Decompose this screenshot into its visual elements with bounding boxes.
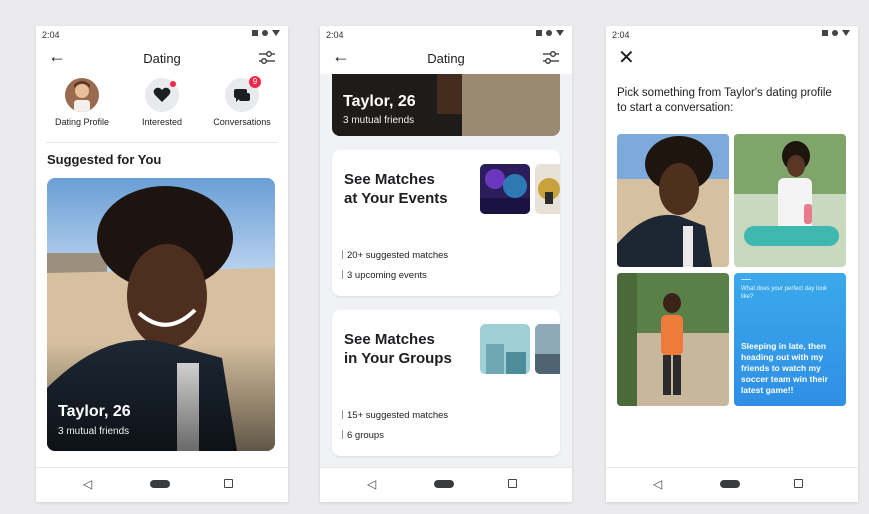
tile-accent-line: [741, 279, 751, 280]
conversation-prompt: Pick something from Taylor's dating prof…: [617, 87, 832, 114]
card-title-line2: in Your Groups: [344, 350, 452, 367]
mutual-friends: 3 mutual friends: [343, 115, 415, 126]
filter-settings-icon[interactable]: [542, 50, 560, 66]
status-icons: [536, 30, 564, 36]
event-photo: [535, 164, 560, 214]
shortcut-conversations[interactable]: 9 Conversations: [202, 76, 282, 127]
mutual-friends: 3 mutual friends: [58, 426, 130, 437]
signal-icon: [262, 30, 268, 36]
nav-home-icon[interactable]: [150, 480, 170, 488]
suggested-profile-card[interactable]: Taylor, 26 3 mutual friends: [332, 74, 560, 136]
status-time: 2:04: [612, 30, 630, 40]
top-bar: ← Dating: [320, 44, 572, 74]
card-title-line1: See Matches: [344, 331, 435, 348]
group-photo: [535, 324, 560, 374]
nav-home-icon[interactable]: [434, 480, 454, 488]
avatar: [65, 78, 99, 112]
nav-recents-icon[interactable]: [794, 479, 803, 488]
match-stat: 6 groups: [342, 430, 384, 441]
status-time: 2:04: [326, 30, 344, 40]
events-matches-card[interactable]: See Matches at Your Events 20+ suggested…: [332, 150, 560, 296]
wifi-icon: [842, 30, 850, 36]
status-icons: [822, 30, 850, 36]
conversations-badge: 9: [249, 76, 261, 88]
dating-shortcuts: Dating Profile Interested 9 Conversation…: [36, 76, 288, 138]
page-title: Dating: [143, 51, 181, 66]
status-bar: 2:04: [320, 26, 572, 44]
profile-answer: Sleeping in late, then heading out with …: [741, 341, 828, 395]
notification-icon: [536, 30, 542, 36]
nav-back-icon[interactable]: ◁: [653, 477, 662, 491]
nav-home-icon[interactable]: [720, 480, 740, 488]
profile-photo: [65, 78, 99, 112]
status-bar: 2:04: [36, 26, 288, 44]
event-thumbnail: [535, 164, 560, 214]
card-title-line2: at Your Events: [344, 190, 448, 207]
top-bar: ✕: [606, 44, 858, 74]
conversations-icon-wrap: 9: [225, 76, 261, 112]
unread-dot: [170, 81, 176, 87]
shortcut-label: Interested: [141, 117, 183, 127]
android-nav-bar: ◁: [606, 467, 858, 502]
profile-photo-tile[interactable]: [617, 134, 729, 267]
divider: [46, 142, 278, 143]
wifi-icon: [272, 30, 280, 36]
phone-screen-dating-home: 2:04 ← Dating Dating Profile Interested …: [36, 26, 288, 502]
profile-question-tile[interactable]: What does your perfect day look like? Sl…: [734, 273, 846, 406]
match-stat: 20+ suggested matches: [342, 250, 448, 261]
status-icons: [252, 30, 280, 36]
profile-photo: [734, 134, 846, 267]
close-icon[interactable]: ✕: [618, 45, 635, 70]
wifi-icon: [556, 30, 564, 36]
nav-back-icon[interactable]: ◁: [83, 477, 92, 491]
profile-photo: [617, 273, 729, 406]
notification-icon: [252, 30, 258, 36]
event-photo: [480, 164, 530, 214]
nav-back-icon[interactable]: ◁: [367, 477, 376, 491]
shortcut-dating-profile[interactable]: Dating Profile: [42, 78, 122, 127]
nav-recents-icon[interactable]: [224, 479, 233, 488]
shortcut-label: Conversations: [213, 117, 271, 127]
profile-photo-tile[interactable]: [617, 273, 729, 406]
profile-question: What does your perfect day look like?: [741, 286, 828, 300]
phone-screen-dating-matches: 2:04 ← Dating Taylor, 26 3 mutual friend…: [320, 26, 572, 502]
phone-screen-start-conversation: 2:04 ✕ Pick something from Taylor's dati…: [606, 26, 858, 502]
filter-settings-icon[interactable]: [258, 50, 276, 66]
match-stat: 15+ suggested matches: [342, 410, 448, 421]
suggested-profile-card[interactable]: Taylor, 26 3 mutual friends: [47, 178, 275, 451]
card-title: See Matches at Your Events: [344, 170, 448, 208]
profile-name: Taylor, 26: [343, 93, 416, 110]
shortcut-interested[interactable]: Interested: [122, 78, 202, 127]
android-nav-bar: ◁: [320, 467, 572, 502]
group-photo: [480, 324, 530, 374]
group-thumbnail: [535, 324, 560, 374]
page-title: Dating: [427, 51, 465, 66]
android-nav-bar: ◁: [36, 467, 288, 502]
status-bar: 2:04: [606, 26, 858, 44]
card-title-line1: See Matches: [344, 171, 435, 188]
signal-icon: [546, 30, 552, 36]
interested-icon-wrap: [145, 78, 179, 112]
nav-recents-icon[interactable]: [508, 479, 517, 488]
event-thumbnail: [480, 164, 530, 214]
profile-photo-tile[interactable]: [734, 134, 846, 267]
signal-icon: [832, 30, 838, 36]
match-stat: 3 upcoming events: [342, 270, 427, 281]
groups-matches-card[interactable]: See Matches in Your Groups 15+ suggested…: [332, 310, 560, 456]
card-title: See Matches in Your Groups: [344, 330, 452, 368]
profile-photo: [617, 134, 729, 267]
notification-icon: [822, 30, 828, 36]
shortcut-label: Dating Profile: [54, 117, 110, 127]
group-thumbnail: [480, 324, 530, 374]
status-time: 2:04: [42, 30, 60, 40]
top-bar: ← Dating: [36, 44, 288, 74]
profile-name: Taylor, 26: [58, 403, 131, 420]
section-title: Suggested for You: [47, 152, 162, 167]
